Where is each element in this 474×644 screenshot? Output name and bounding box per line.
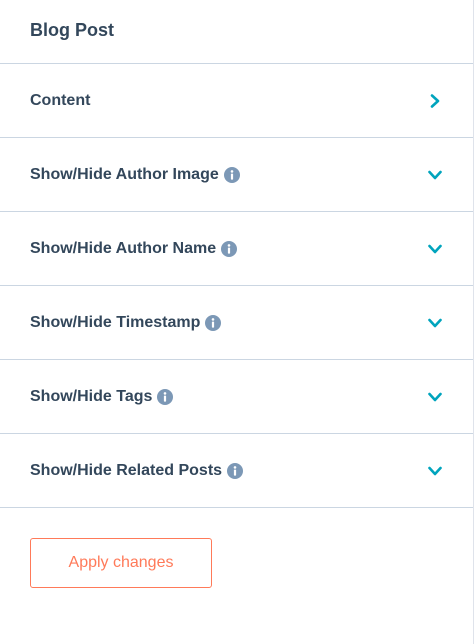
section-label-tags: Show/Hide Tags	[30, 387, 174, 406]
section-show-hide-related-posts[interactable]: Show/Hide Related Posts	[0, 434, 473, 508]
panel-footer: Apply changes	[0, 508, 473, 588]
section-label-text: Show/Hide Timestamp	[30, 313, 201, 331]
section-show-hide-author-image[interactable]: Show/Hide Author Image	[0, 138, 473, 212]
info-icon[interactable]	[223, 166, 240, 183]
blog-post-settings-panel: Blog Post Content Show/Hide Author Image	[0, 0, 474, 644]
chevron-down-icon[interactable]	[427, 315, 443, 331]
chevron-down-icon[interactable]	[427, 389, 443, 405]
section-label-text: Content	[30, 91, 91, 109]
section-label-text: Show/Hide Author Image	[30, 165, 219, 183]
chevron-down-icon[interactable]	[427, 241, 443, 257]
info-icon[interactable]	[205, 314, 222, 331]
panel-title: Blog Post	[30, 20, 114, 40]
section-show-hide-tags[interactable]: Show/Hide Tags	[0, 360, 473, 434]
section-label-content: Content	[30, 92, 90, 110]
chevron-down-icon[interactable]	[427, 167, 443, 183]
section-label-text: Show/Hide Author Name	[30, 239, 217, 257]
apply-changes-button[interactable]: Apply changes	[30, 538, 212, 588]
panel-header: Blog Post	[0, 0, 473, 64]
info-icon[interactable]	[221, 240, 238, 257]
section-label-text: Show/Hide Tags	[30, 387, 153, 405]
chevron-down-icon[interactable]	[427, 463, 443, 479]
section-show-hide-author-name[interactable]: Show/Hide Author Name	[0, 212, 473, 286]
section-content[interactable]: Content	[0, 64, 473, 138]
section-label-text: Show/Hide Related Posts	[30, 461, 223, 479]
info-icon[interactable]	[227, 462, 244, 479]
info-icon[interactable]	[157, 388, 174, 405]
section-label-author-name: Show/Hide Author Name	[30, 239, 238, 258]
section-label-timestamp: Show/Hide Timestamp	[30, 313, 222, 332]
section-label-author-image: Show/Hide Author Image	[30, 166, 240, 184]
chevron-right-icon[interactable]	[427, 93, 443, 109]
section-show-hide-timestamp[interactable]: Show/Hide Timestamp	[0, 286, 473, 360]
section-label-related-posts: Show/Hide Related Posts	[30, 461, 244, 480]
